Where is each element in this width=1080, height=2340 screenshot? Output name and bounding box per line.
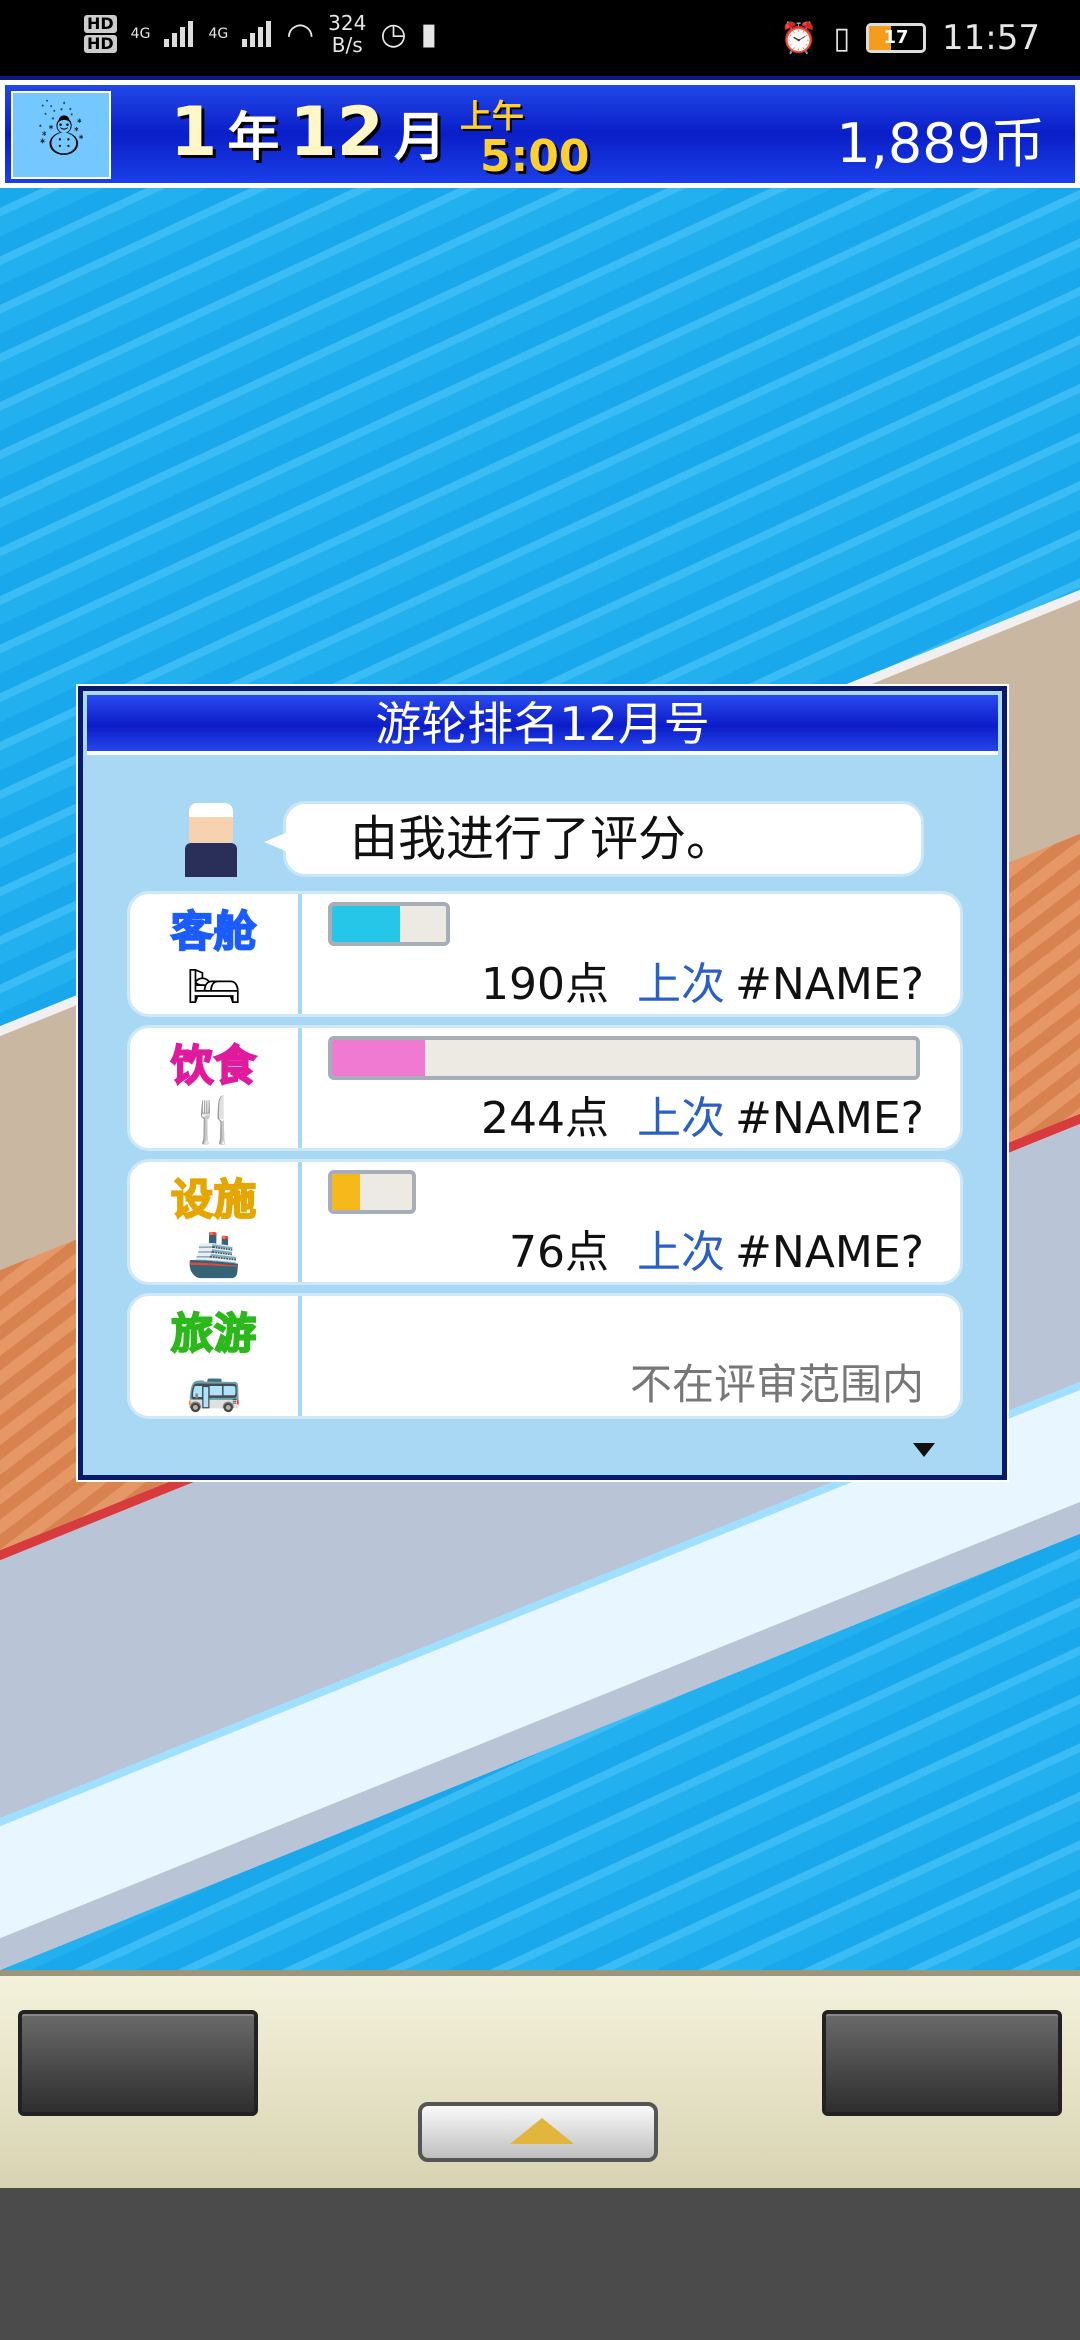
category-label: 设施 — [170, 1174, 257, 1225]
category-label: 饮食 — [170, 1040, 257, 1091]
score-line: 76点 上次 #NAME? — [509, 1216, 924, 1280]
points-value: 76点 — [509, 1227, 609, 1278]
battery-level: 17 — [883, 27, 909, 48]
category-cell: 设施 🚢 — [130, 1162, 302, 1282]
food-icon: 🍴 — [186, 1095, 242, 1146]
hd-badge-1: HD — [84, 15, 117, 33]
status-right: ⏰ ▯ 17 11:57 — [780, 18, 1040, 58]
battery-icon: 17 — [866, 23, 927, 53]
rating-row-food: 饮食 🍴 244点 上次 #NAME? — [127, 1025, 963, 1151]
rating-row-tourism: 旅游 🚌 不在评审范围内 — [127, 1293, 963, 1419]
category-cell: 饮食 🍴 — [130, 1028, 302, 1148]
net-speed: 324 B/s — [328, 12, 366, 56]
boat-icon: 🚢 — [186, 1229, 242, 1280]
points-value: 190点 — [481, 959, 609, 1010]
points-value: 244点 — [481, 1093, 609, 1144]
last-value: #NAME? — [735, 1227, 924, 1278]
up-arrow-icon — [510, 2118, 574, 2144]
rating-row-cabin: 客舱 🛏 190点 上次 #NAME? — [127, 891, 963, 1017]
score-bar — [328, 1036, 920, 1080]
signal-icon — [164, 19, 194, 49]
game-time: 上午 5:00 — [460, 91, 590, 182]
status-left: HD HD 4G 4G ◠ 324 B/s ◷ ▮ — [84, 12, 437, 56]
net-speed-unit: B/s — [331, 33, 363, 57]
bed-icon: 🛏 — [186, 961, 242, 1012]
net-speed-value: 324 — [328, 11, 367, 35]
last-label: 上次 — [637, 959, 725, 1010]
last-label: 上次 — [637, 1227, 725, 1278]
timer-icon: ◷ — [380, 16, 407, 52]
last-value: #NAME? — [735, 959, 924, 1010]
score-bar — [328, 902, 450, 946]
dialog-title: 游轮排名12月号 — [87, 695, 998, 755]
money-counter: 1,889币 — [836, 112, 1045, 175]
cruise-ranking-dialog[interactable]: 游轮排名12月号 由我进行了评分。 客舱 🛏 190点 上次 #NAME? 饮食… — [76, 684, 1009, 1482]
game-date: 1 年 12 月 — [170, 93, 446, 172]
alarm-icon: ⏰ — [780, 20, 818, 56]
game-hud: ☃ 1 年 12 月 上午 5:00 1,889币 — [0, 76, 1080, 192]
right-panel-button[interactable] — [822, 2010, 1062, 2116]
status-time: 11:57 — [942, 18, 1040, 58]
continue-arrow-icon[interactable] — [913, 1443, 935, 1457]
year-unit: 年 — [227, 108, 280, 168]
month-unit: 月 — [393, 108, 446, 168]
category-label: 客舱 — [170, 906, 257, 957]
speech-bubble: 由我进行了评分。 — [264, 801, 924, 877]
hd-badge-2: HD — [84, 35, 117, 53]
net-label-1: 4G — [130, 26, 151, 42]
sim-icon: ▮ — [420, 16, 438, 52]
control-panel — [0, 1970, 1080, 2188]
month-number: 12 — [289, 93, 384, 172]
year-number: 1 — [170, 93, 218, 172]
clock-label: 5:00 — [480, 131, 590, 182]
judge-character-icon — [181, 803, 241, 877]
category-cell: 旅游 🚌 — [130, 1296, 302, 1416]
score-line: 244点 上次 #NAME? — [481, 1082, 924, 1146]
rating-row-facility: 设施 🚢 76点 上次 #NAME? — [127, 1159, 963, 1285]
left-panel-button[interactable] — [18, 2010, 258, 2116]
system-nav-area — [0, 2188, 1080, 2340]
last-value: #NAME? — [735, 1093, 924, 1144]
snowman-avatar-icon[interactable]: ☃ — [11, 91, 111, 179]
menu-up-button[interactable] — [418, 2102, 658, 2162]
signal-icon-2 — [242, 19, 272, 49]
category-label: 旅游 — [170, 1308, 257, 1359]
vibrate-icon: ▯ — [833, 20, 851, 56]
wifi-icon: ◠ — [286, 15, 315, 53]
score-bar — [328, 1170, 416, 1214]
bus-icon: 🚌 — [186, 1363, 242, 1414]
hd-badges: HD HD — [84, 15, 117, 53]
category-cell: 客舱 🛏 — [130, 894, 302, 1014]
net-label-2: 4G — [208, 26, 229, 42]
last-label: 上次 — [637, 1093, 725, 1144]
status-bar: HD HD 4G 4G ◠ 324 B/s ◷ ▮ ⏰ ▯ 17 11:57 — [0, 0, 1080, 80]
score-line: 190点 上次 #NAME? — [481, 948, 924, 1012]
not-rated-label: 不在评审范围内 — [629, 1360, 924, 1409]
